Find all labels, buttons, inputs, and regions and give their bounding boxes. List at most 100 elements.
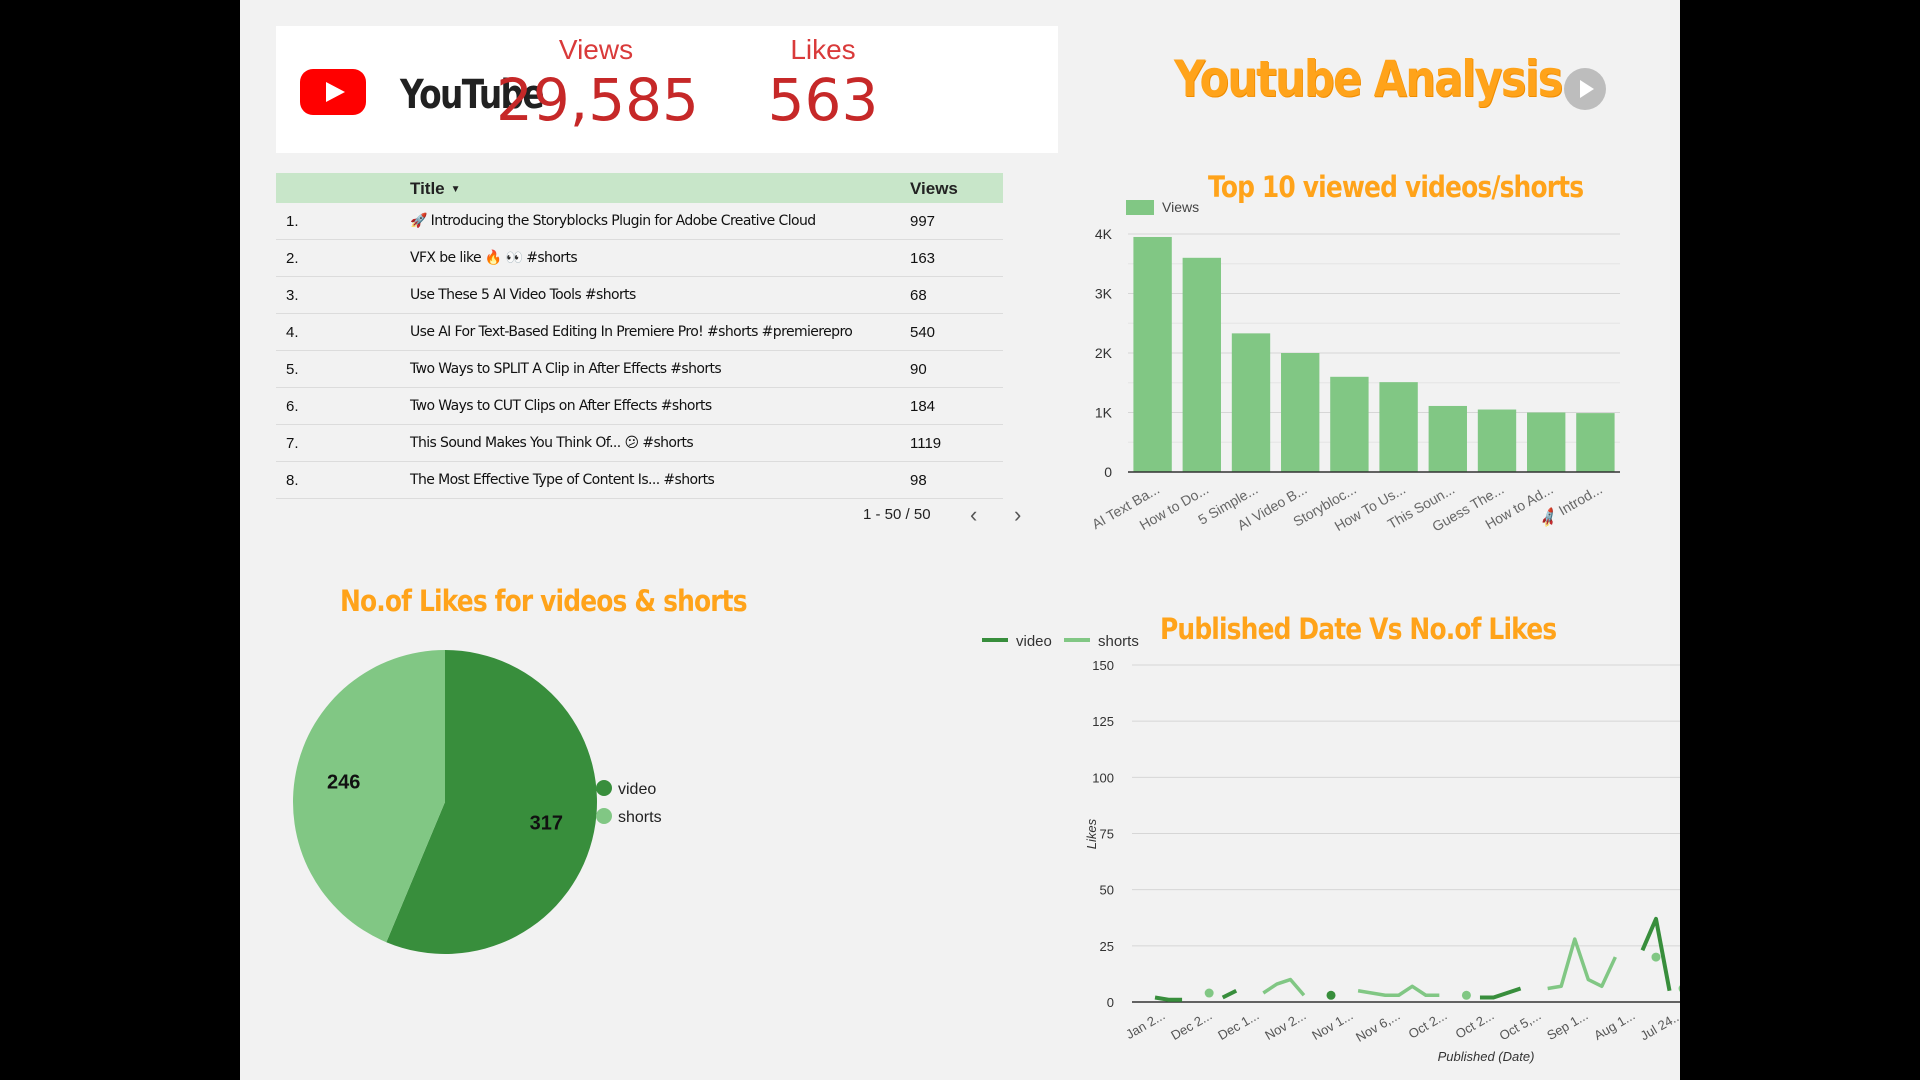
bar-chart: Views01K2K3K4KAI Text Ba...How to Do...5… xyxy=(1089,199,1620,535)
legend-label-shorts: shorts xyxy=(618,809,662,826)
row-no: 4. xyxy=(286,324,299,341)
legend-swatch-views xyxy=(1126,200,1154,215)
x-tick-label: Jan 2... xyxy=(1123,1008,1167,1042)
line-point-shorts xyxy=(1461,990,1471,1000)
line-series-shorts xyxy=(1547,937,1617,991)
y-tick-label: 4K xyxy=(1095,226,1113,242)
legend-label-shorts: shorts xyxy=(1098,633,1139,650)
row-title: This Sound Makes You Think Of... 😕 #shor… xyxy=(410,435,694,451)
table-header: Title ▼ Views xyxy=(276,173,1003,203)
row-title: VFX be like 🔥 👀 #shorts xyxy=(410,250,578,266)
bar xyxy=(1576,413,1615,472)
line-point-shorts xyxy=(1651,952,1661,962)
y-tick-label: 25 xyxy=(1100,939,1114,954)
row-views: 184 xyxy=(910,398,936,415)
table-row[interactable]: 8. The Most Effective Type of Content Is.… xyxy=(276,462,1003,499)
legend-label-views: Views xyxy=(1162,199,1199,215)
y-tick-label: 3K xyxy=(1095,286,1113,302)
y-tick-label: 0 xyxy=(1107,995,1114,1010)
x-tick-label: Dec 1... xyxy=(1215,1008,1261,1043)
x-tick-label: Sep 1... xyxy=(1544,1008,1590,1043)
pie-value-label: 246 xyxy=(327,772,360,794)
legend-swatch-shorts xyxy=(596,808,612,824)
row-no: 5. xyxy=(286,361,299,378)
bar xyxy=(1133,236,1172,472)
row-views: 98 xyxy=(910,472,927,489)
line-series-video xyxy=(1479,986,1522,1000)
bar xyxy=(1527,412,1566,472)
chevron-right-icon[interactable]: › xyxy=(1014,502,1021,528)
kpi-card: YouTube Views 29,585 Likes 563 xyxy=(276,26,1058,153)
line-series-shorts xyxy=(1262,977,1306,997)
pie-value-label: 317 xyxy=(530,812,563,834)
row-views: 1119 xyxy=(910,435,942,452)
x-tick-label: Oct 2... xyxy=(1453,1008,1497,1042)
pie-chart: 317 246 video shorts xyxy=(293,650,662,954)
title-header-label: Title xyxy=(410,179,445,198)
bar xyxy=(1477,409,1517,472)
bar xyxy=(1182,257,1221,472)
y-tick-label: 1K xyxy=(1095,405,1113,421)
x-tick-label: Nov 1... xyxy=(1309,1008,1355,1043)
pager-range: 1 - 50 / 50 xyxy=(863,506,931,523)
y-tick-label: 150 xyxy=(1092,658,1114,673)
likes-value: 563 xyxy=(767,66,879,134)
y-tick-label: 125 xyxy=(1092,714,1114,729)
table-row[interactable]: 6. Two Ways to CUT Clips on After Effects… xyxy=(276,388,1003,425)
y-axis-title: Likes xyxy=(1084,818,1099,849)
line-series-shorts xyxy=(1357,984,1440,998)
table-row[interactable]: 7. This Sound Makes You Think Of... 😕 #sh… xyxy=(276,425,1003,462)
row-title: The Most Effective Type of Content Is...… xyxy=(410,472,715,488)
row-views: 90 xyxy=(910,361,927,378)
row-title: Two Ways to SPLIT A Clip in After Effect… xyxy=(410,361,722,377)
row-title: 🚀 Introducing the Storyblocks Plugin for… xyxy=(410,213,816,229)
legend-label-video: video xyxy=(618,781,656,798)
bar xyxy=(1428,405,1467,472)
table-row[interactable]: 2. VFX be like 🔥 👀 #shorts 163 xyxy=(276,240,1003,277)
line-point-shorts xyxy=(1204,988,1214,998)
views-column-header[interactable]: Views xyxy=(910,179,958,199)
y-tick-label: 2K xyxy=(1095,345,1113,361)
x-tick-label: Dec 2... xyxy=(1168,1008,1214,1043)
x-axis-title: Published (Date) xyxy=(1438,1049,1535,1064)
youtube-logo: YouTube xyxy=(300,66,545,118)
table-pager: 1 - 50 / 50 ‹ › xyxy=(276,502,1021,528)
title-column-header[interactable]: Title ▼ xyxy=(410,179,461,199)
line-point-shorts xyxy=(1678,985,1680,992)
line-chart: video shorts 0 25 50 75 100 125 150 Likes Publishe… xyxy=(982,633,1680,1064)
table-row[interactable]: 1. 🚀 Introducing the Storyblocks Plugin f… xyxy=(276,203,1003,240)
legend-swatch-video xyxy=(596,780,612,796)
legend-label-video: video xyxy=(1016,633,1052,650)
row-title: Use AI For Text-Based Editing In Premier… xyxy=(410,324,853,340)
dashboard: YouTube Views 29,585 Likes 563 Youtube A… xyxy=(240,0,1680,1080)
row-no: 3. xyxy=(286,287,299,304)
table-row[interactable]: 5. Two Ways to SPLIT A Clip in After Effe… xyxy=(276,351,1003,388)
row-title: Two Ways to CUT Clips on After Effects #… xyxy=(410,398,712,414)
row-title: Use These 5 AI Video Tools #shorts xyxy=(410,287,636,303)
row-no: 8. xyxy=(286,472,299,489)
youtube-play-icon xyxy=(300,69,366,115)
x-tick-label: Oct 2... xyxy=(1406,1008,1450,1042)
table-row[interactable]: 4. Use AI For Text-Based Editing In Premi… xyxy=(276,314,1003,351)
y-tick-label: 0 xyxy=(1104,464,1112,480)
pie-chart-title: No.of Likes for videos & shorts xyxy=(340,584,748,618)
row-no: 2. xyxy=(286,250,299,267)
y-tick-label: 100 xyxy=(1092,770,1114,785)
row-no: 7. xyxy=(286,435,299,452)
videos-table: Title ▼ Views 1. 🚀 Introducing the Storybl… xyxy=(276,173,1003,499)
bar xyxy=(1379,382,1418,472)
line-point-video xyxy=(1326,990,1336,1000)
row-no: 6. xyxy=(286,398,299,415)
sort-down-icon[interactable]: ▼ xyxy=(451,184,461,195)
x-tick-label: Jul 24... xyxy=(1638,1008,1680,1044)
row-views: 68 xyxy=(910,287,927,304)
chevron-left-icon[interactable]: ‹ xyxy=(970,502,977,528)
row-views: 540 xyxy=(910,324,936,341)
table-row[interactable]: 3. Use These 5 AI Video Tools #shorts 68 xyxy=(276,277,1003,314)
views-value: 29,585 xyxy=(496,66,699,134)
views-label: Views xyxy=(558,34,634,65)
play-icon[interactable] xyxy=(1564,68,1606,110)
x-tick-label: Aug 1... xyxy=(1591,1008,1637,1043)
line-series-video xyxy=(1221,988,1238,1000)
row-views: 997 xyxy=(910,213,936,230)
